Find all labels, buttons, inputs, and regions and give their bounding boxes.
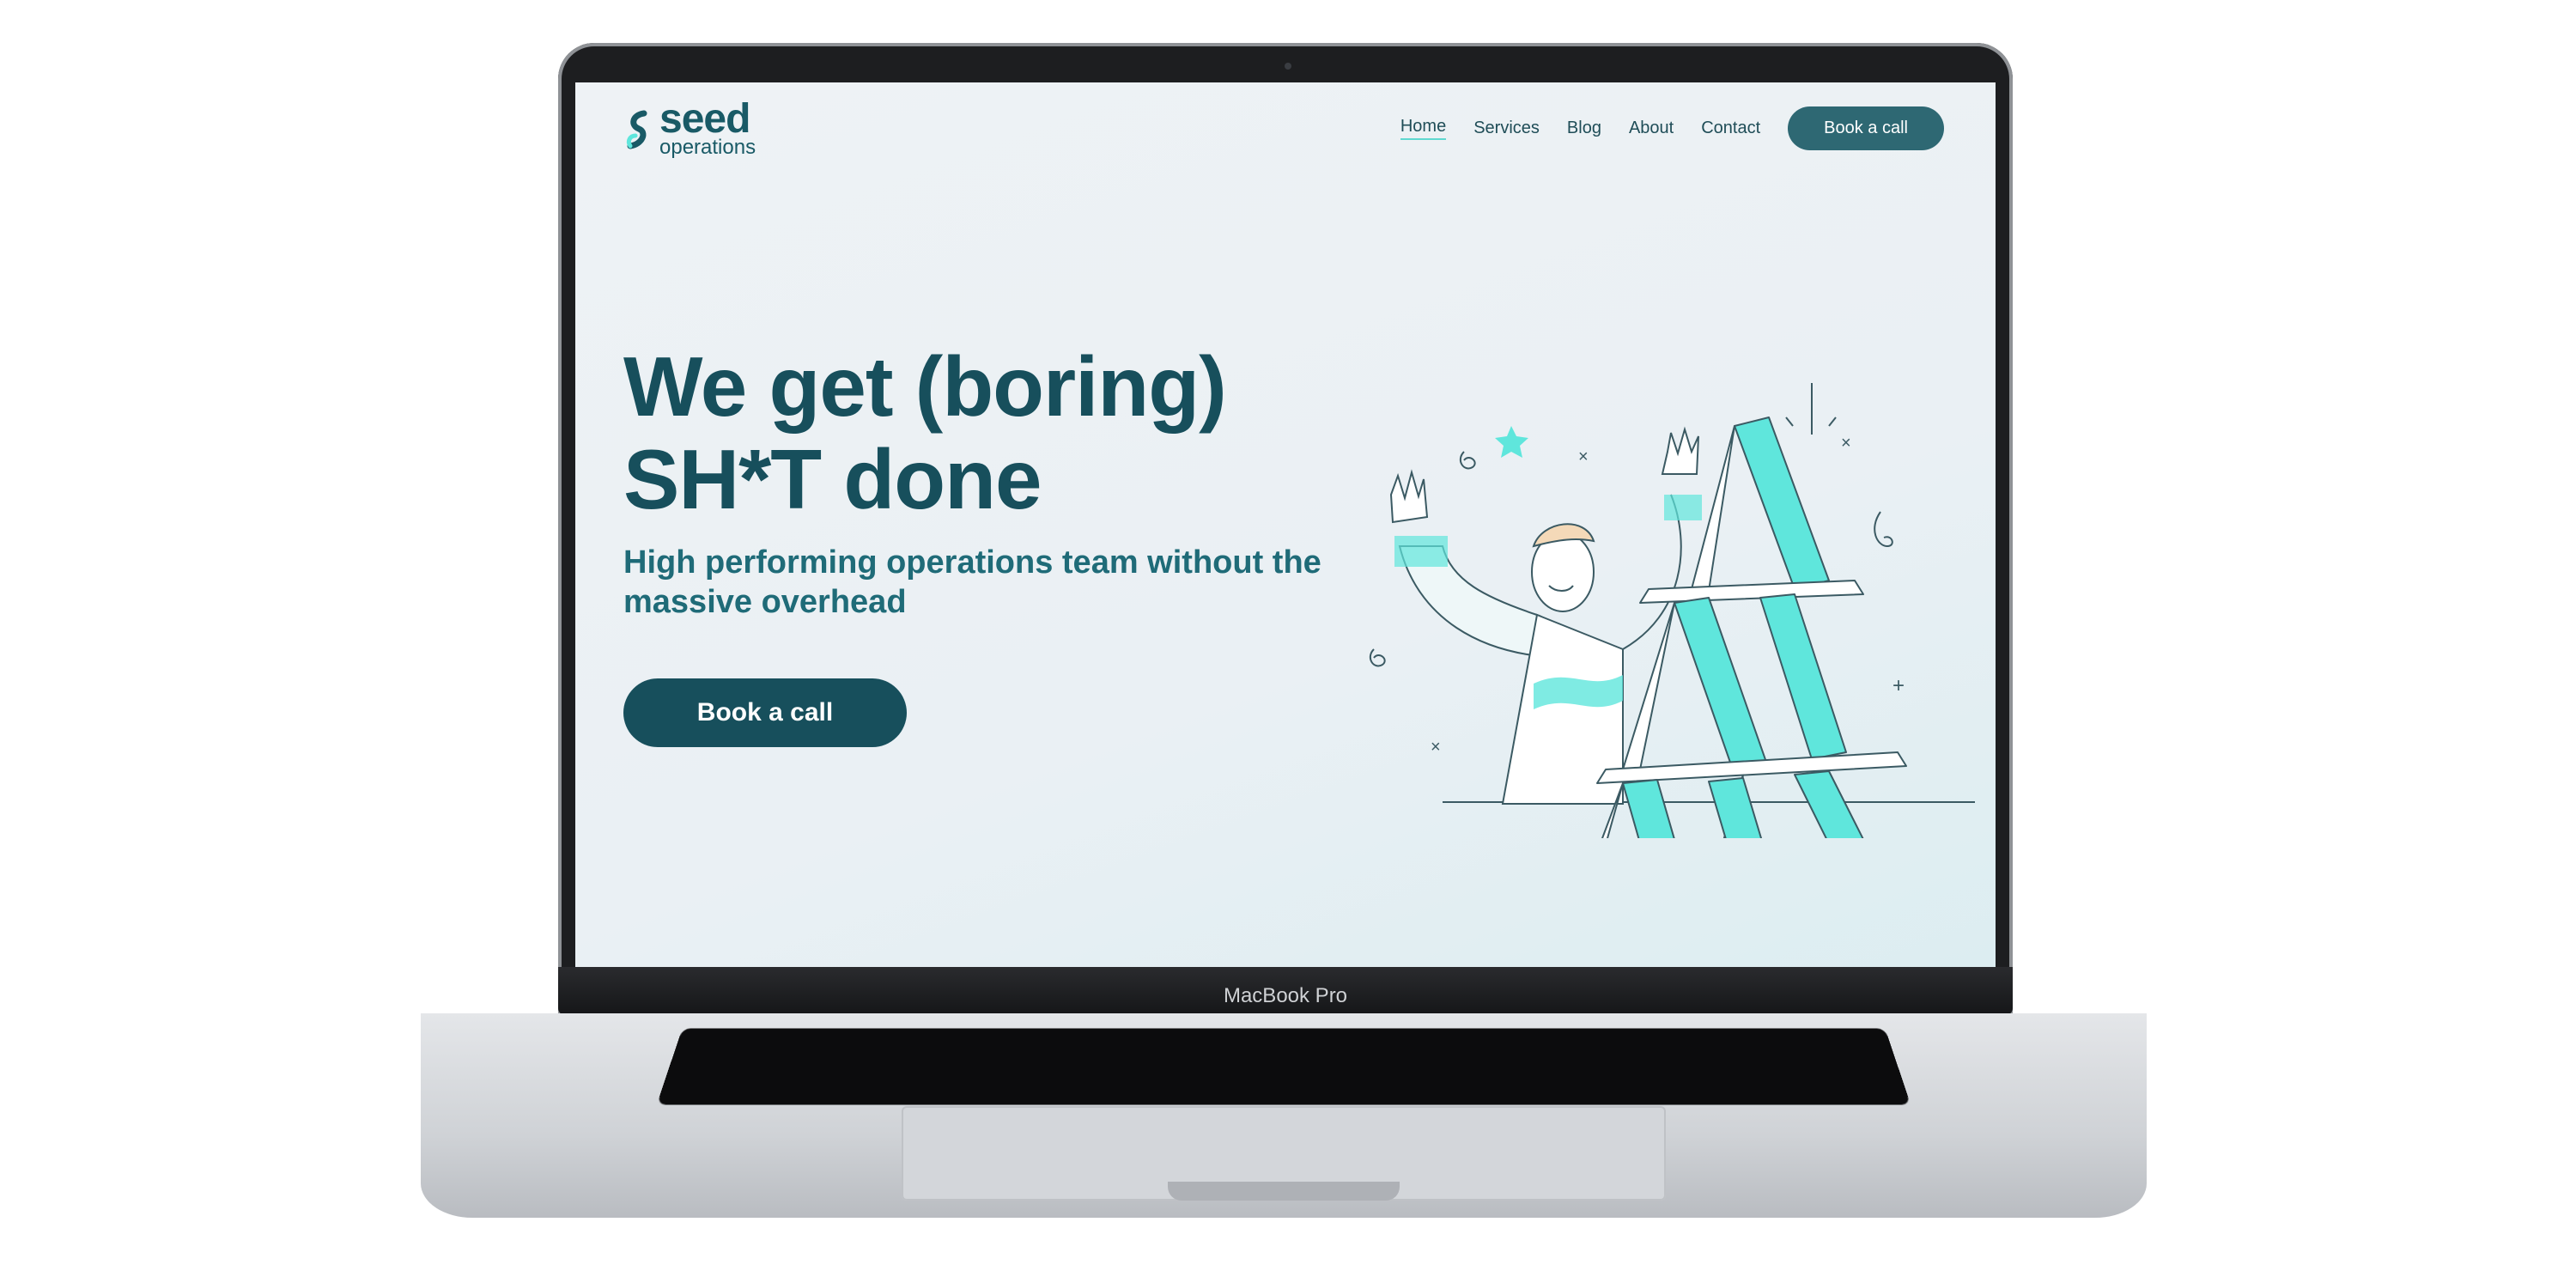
seed-logo-icon <box>626 110 647 149</box>
logo-subtitle: operations <box>659 136 756 159</box>
svg-text:×: × <box>1578 447 1589 466</box>
webcam <box>1285 63 1291 70</box>
keyboard <box>656 1028 1911 1105</box>
house-of-cards-illustration: × × × + <box>1369 383 1975 838</box>
nav-about[interactable]: About <box>1629 119 1674 138</box>
nav-blog[interactable]: Blog <box>1567 119 1601 138</box>
lid-notch <box>1168 1182 1400 1201</box>
hero-book-call-button[interactable]: Book a call <box>623 678 907 747</box>
hero-headline-line2: SH*T done <box>623 432 1042 526</box>
laptop-hinge: MacBook Pro <box>558 967 2013 1015</box>
device-label: MacBook Pro <box>1223 984 1348 1007</box>
svg-text:×: × <box>1431 738 1441 757</box>
top-nav: Home Services Blog About Contact Book a … <box>1400 106 1944 150</box>
hero-headline-line1: We get (boring) <box>623 339 1227 434</box>
nav-book-call-button[interactable]: Book a call <box>1788 106 1944 150</box>
svg-text:×: × <box>1841 434 1851 453</box>
nav-home[interactable]: Home <box>1400 117 1447 140</box>
laptop-screen: seed operations Home Services Blog About… <box>575 82 1996 967</box>
hero-headline: We get (boring) SH*T done <box>623 339 1227 526</box>
hero-subheadline: High performing operations team without … <box>623 544 1321 620</box>
logo-wordmark: seed <box>659 96 750 142</box>
svg-text:+: + <box>1893 674 1905 697</box>
nav-services[interactable]: Services <box>1473 119 1540 138</box>
nav-contact[interactable]: Contact <box>1701 119 1760 138</box>
